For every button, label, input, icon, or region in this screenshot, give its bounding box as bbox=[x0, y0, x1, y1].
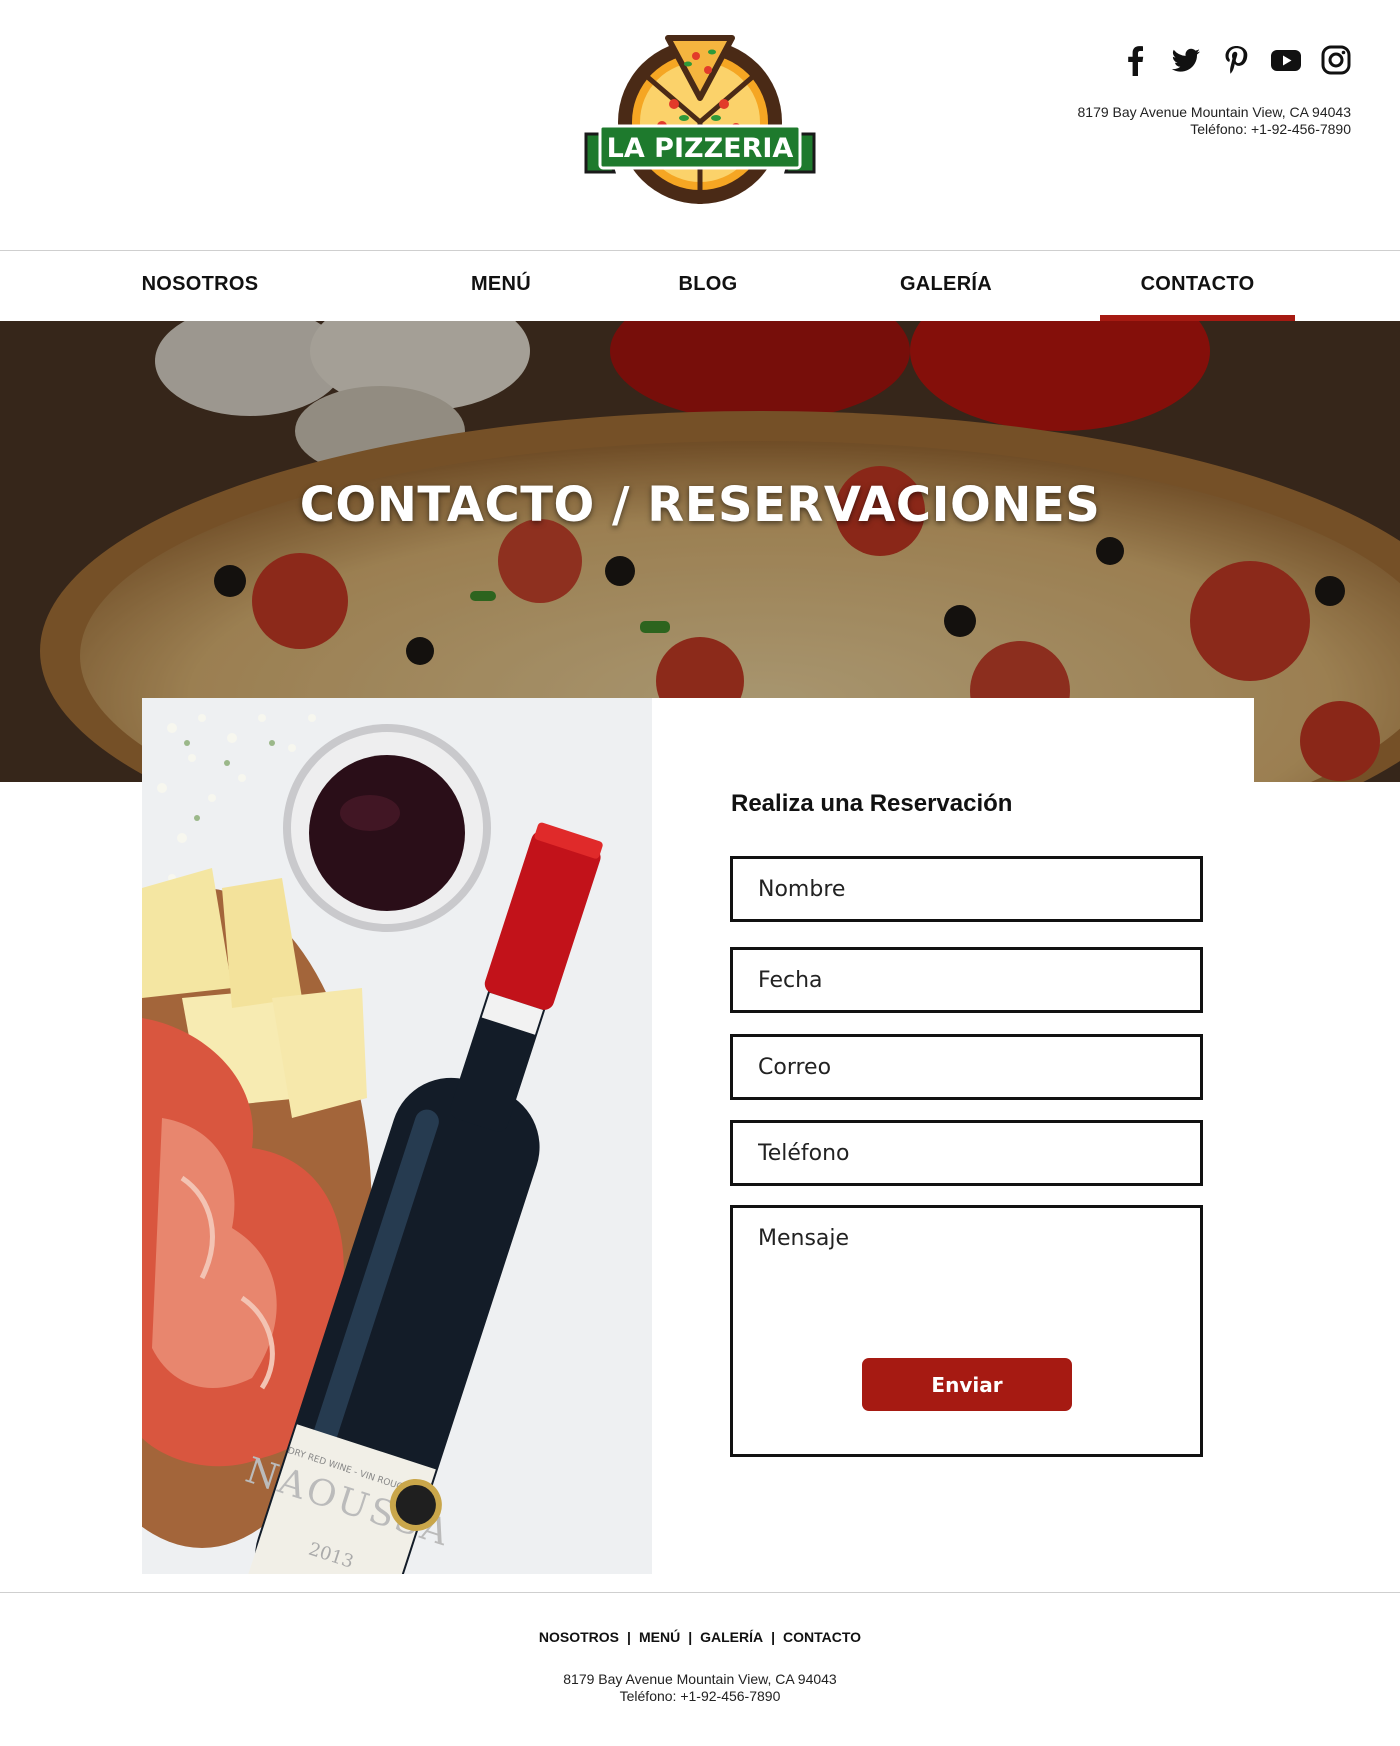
youtube-icon[interactable] bbox=[1270, 44, 1302, 76]
nav-item-galeria[interactable]: GALERÍA bbox=[870, 251, 1022, 321]
telefono-input[interactable] bbox=[730, 1120, 1203, 1186]
wine-photo: DRY RED WINE - VIN ROUGE SEC NAOUSSA 201… bbox=[142, 698, 652, 1574]
nav-item-menu[interactable]: MENÚ bbox=[438, 251, 564, 321]
footer-separator: | bbox=[771, 1629, 776, 1645]
nombre-input[interactable] bbox=[730, 856, 1203, 922]
facebook-icon[interactable] bbox=[1120, 44, 1152, 76]
brand-name: LA PIZZERIA bbox=[607, 133, 794, 164]
enviar-button[interactable]: Enviar bbox=[862, 1358, 1072, 1411]
footer-link-menu[interactable]: MENÚ bbox=[639, 1629, 680, 1645]
header-contact-info: 8179 Bay Avenue Mountain View, CA 94043 … bbox=[1078, 104, 1351, 138]
pinterest-icon[interactable] bbox=[1220, 44, 1252, 76]
footer-separator: | bbox=[688, 1629, 693, 1645]
social-links bbox=[1120, 44, 1352, 76]
nav-item-nosotros[interactable]: NOSOTROS bbox=[108, 251, 292, 321]
nav-item-blog[interactable]: BLOG bbox=[650, 251, 766, 321]
mensaje-textarea[interactable] bbox=[730, 1205, 1203, 1457]
footer-separator: | bbox=[627, 1629, 631, 1645]
nav-item-contacto[interactable]: CONTACTO bbox=[1100, 251, 1295, 321]
header-address: 8179 Bay Avenue Mountain View, CA 94043 bbox=[1077, 104, 1351, 120]
footer-link-nosotros[interactable]: NOSOTROS bbox=[539, 1629, 619, 1645]
footer-link-galeria[interactable]: GALERÍA bbox=[700, 1629, 763, 1645]
form-title: Realiza una Reservación bbox=[731, 790, 1013, 817]
brand-logo[interactable]: LA PIZZERIA bbox=[584, 34, 816, 212]
footer-nav: NOSOTROS | MENÚ | GALERÍA | CONTACTO bbox=[0, 1629, 1400, 1645]
page-title: CONTACTO / RESERVACIONES bbox=[299, 477, 1101, 533]
footer-phone: Teléfono: +1-92-456-7890 bbox=[619, 1688, 781, 1704]
footer-link-contacto[interactable]: CONTACTO bbox=[783, 1629, 861, 1645]
reservation-card: DRY RED WINE - VIN ROUGE SEC NAOUSSA 201… bbox=[142, 698, 1254, 1574]
header-phone: Teléfono: +1-92-456-7890 bbox=[1190, 121, 1351, 137]
main-nav: NOSOTROS MENÚ BLOG GALERÍA CONTACTO bbox=[0, 250, 1400, 321]
footer-contact-info: 8179 Bay Avenue Mountain View, CA 94043 … bbox=[0, 1671, 1400, 1705]
correo-input[interactable] bbox=[730, 1034, 1203, 1100]
footer-address: 8179 Bay Avenue Mountain View, CA 94043 bbox=[563, 1671, 837, 1687]
fecha-input[interactable] bbox=[730, 947, 1203, 1013]
twitter-icon[interactable] bbox=[1170, 44, 1202, 76]
site-footer: NOSOTROS | MENÚ | GALERÍA | CONTACTO 8179 Bay … bbox=[0, 1592, 1400, 1746]
instagram-icon[interactable] bbox=[1320, 44, 1352, 76]
site-header: LA PIZZERIA 8179 Bay Avenue Mountain Vie… bbox=[0, 0, 1400, 250]
